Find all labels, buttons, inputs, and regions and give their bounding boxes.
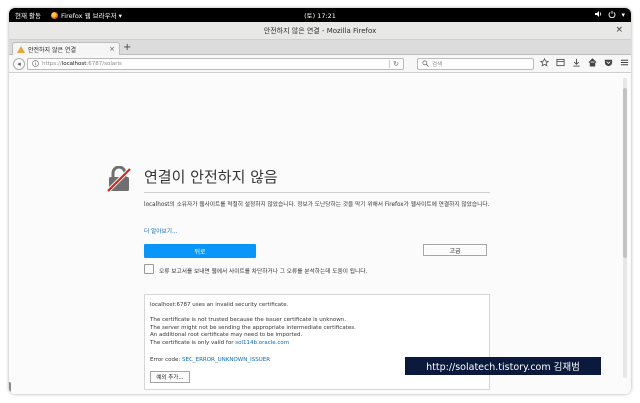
advanced-details-panel: localhost:6787 uses an invalid security … <box>144 294 490 390</box>
warning-icon <box>17 45 25 53</box>
url-host: localhost <box>61 61 87 67</box>
page-scrollbar[interactable] <box>623 78 627 378</box>
navigation-bar: ◂ https://localhost:6787/solaris ↻ 검색 <box>9 55 631 73</box>
url-bar[interactable]: https://localhost:6787/solaris ↻ <box>27 58 404 70</box>
pocket-icon[interactable] <box>604 58 613 71</box>
advanced-line-4: An additional root certificate may need … <box>150 332 303 339</box>
url-path: :6787/solaris <box>86 61 122 67</box>
advanced-button[interactable]: 고급 <box>423 244 487 256</box>
window-close-button[interactable]: × <box>615 25 623 35</box>
error-description: localhost의 소유자가 웹사이트를 적절히 설정하지 않았습니다. 정보… <box>144 202 490 208</box>
valid-for-prefix: The certificate is only valid for <box>150 339 236 346</box>
broken-lock-icon <box>106 165 132 193</box>
app-menu[interactable]: Firefox 웹 브라우저 ▾ <box>51 10 122 20</box>
system-menu-arrow: ▾ <box>621 11 625 19</box>
system-top-bar: 현재 활동 Firefox 웹 브라우저 ▾ (토) 17:21 ▾ <box>9 8 631 22</box>
star-icon[interactable] <box>539 57 550 71</box>
menu-icon[interactable] <box>620 58 629 71</box>
window-title-bar: 안전하지 않은 연결 - Mozilla Firefox × <box>9 22 631 40</box>
add-exception-button[interactable]: 예외 추가... <box>150 371 190 383</box>
page-content: 연결이 안전하지 않음 localhost의 소유자가 웹사이트를 적절히 설정… <box>9 74 631 394</box>
error-code-line: Error code: SEC_ERROR_UNKNOWN_ISSUER <box>150 357 270 365</box>
search-bar[interactable]: 검색 <box>417 58 534 70</box>
window-edge-marker <box>9 382 11 392</box>
window-title: 안전하지 않은 연결 - Mozilla Firefox <box>263 26 377 35</box>
report-checkbox-label: 오류 보고서를 보내면 웹에서 사이트를 차단하거나 그 오류를 분석하는데 도… <box>159 269 368 275</box>
valid-host-link[interactable]: sol114b.oracle.com <box>235 340 289 346</box>
tab-label: 안전하지 않은 연결 <box>28 46 76 54</box>
title-divider <box>144 192 490 193</box>
toolbar-buttons <box>539 57 629 71</box>
tab-strip: 안전하지 않은 연결 × + <box>9 40 631 55</box>
search-placeholder: 검색 <box>432 62 443 68</box>
tab-close-icon[interactable]: × <box>109 45 115 53</box>
app-menu-label: Firefox 웹 브라우저 ▾ <box>61 12 122 20</box>
report-checkbox[interactable] <box>144 264 154 274</box>
advanced-line-2: The certificate is not trusted because t… <box>150 317 346 323</box>
reload-button[interactable]: ↻ <box>389 60 399 68</box>
scrollbar-thumb[interactable] <box>623 88 627 258</box>
advanced-line-3: The server might not be sending the appr… <box>150 324 356 331</box>
volume-icon <box>595 10 603 20</box>
screen-frame: 현재 활동 Firefox 웹 브라우저 ▾ (토) 17:21 ▾ 안전하지 … <box>9 8 631 394</box>
advanced-line-5: The certificate is only valid for sol114… <box>150 340 480 348</box>
download-icon[interactable] <box>572 58 581 71</box>
tab-insecure-connection[interactable]: 안전하지 않은 연결 × <box>12 42 120 55</box>
advanced-details-text: The certificate is not trusted because t… <box>150 317 480 347</box>
new-tab-button[interactable]: + <box>123 42 131 54</box>
info-icon[interactable] <box>32 59 39 69</box>
go-back-button[interactable]: 뒤로 <box>144 244 256 258</box>
error-code-link[interactable]: SEC_ERROR_UNKNOWN_ISSUER <box>182 357 270 363</box>
power-icon <box>608 10 616 20</box>
url-scheme: https:// <box>42 61 62 67</box>
watermark-caption: http://solatech.tistory.com 김재범 <box>405 357 601 375</box>
search-icon <box>422 59 429 69</box>
library-icon[interactable] <box>556 58 565 71</box>
advanced-line-1: localhost:6787 uses an invalid security … <box>150 302 289 308</box>
home-icon[interactable] <box>588 58 597 71</box>
firefox-icon <box>51 11 58 19</box>
page-title: 연결이 안전하지 않음 <box>144 168 278 186</box>
back-button[interactable]: ◂ <box>13 58 25 70</box>
error-code-prefix: Error code: <box>150 357 183 363</box>
learn-more-link[interactable]: 더 알아보기... <box>144 226 177 235</box>
activities-button[interactable]: 현재 활동 <box>15 10 41 20</box>
system-tray[interactable]: ▾ <box>595 8 625 22</box>
